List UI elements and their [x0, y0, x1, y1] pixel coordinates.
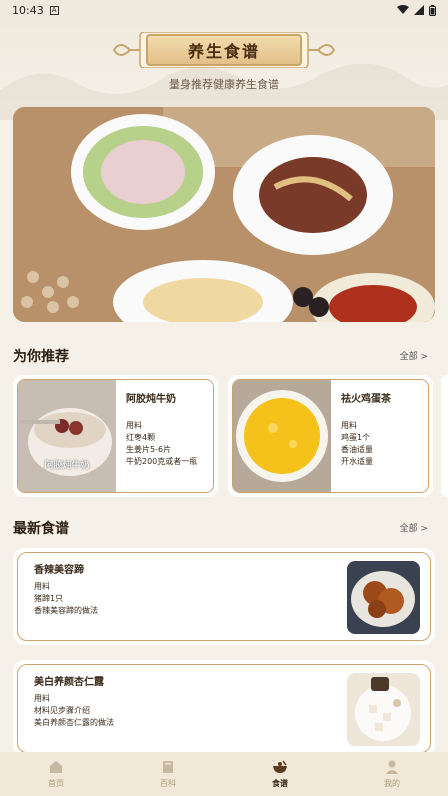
recipe-name: 阿胶炖牛奶 [126, 394, 176, 405]
pork-trotter-illustration [347, 561, 420, 634]
recipe-name: 美白养颜杏仁露 [34, 677, 104, 688]
recipe-line: 香辣美容蹄的做法 [34, 606, 98, 615]
tab-profile[interactable]: 我的 [336, 752, 448, 796]
recipe-line: 用料 [126, 421, 142, 430]
page-title: 养生食谱 [146, 34, 302, 66]
book-icon [163, 761, 173, 773]
recipe-name: 香辣美容蹄 [34, 565, 84, 576]
page-subtitle: 量身推荐健康养生食谱 [169, 78, 279, 91]
bottom-tab-bar: 首页 百科 食谱 我的 [0, 752, 448, 796]
status-time: 10:43 [12, 3, 44, 17]
wifi-icon [397, 5, 409, 14]
status-bar: 10:43 A [0, 0, 448, 20]
tab-encyclopedia[interactable]: 百科 [112, 752, 224, 796]
recommend-card[interactable]: 阿胶炖牛奶 阿胶炖牛奶 用料 红枣4颗 生姜片5-6片 牛奶200克或者一瓶 [13, 375, 218, 497]
tab-label: 百科 [160, 779, 176, 788]
tab-label: 食谱 [272, 779, 288, 788]
recipe-thumbnail [347, 561, 420, 634]
battery-icon [429, 4, 436, 16]
recipe-line: 用料 [34, 694, 50, 703]
recipe-line: 美白养颜杏仁露的做法 [34, 718, 114, 727]
recipe-line: 鸡蛋1个 [341, 433, 371, 442]
recommended-title: 为你推荐 [13, 349, 69, 365]
recipe-line: 牛奶200克或者一瓶 [126, 457, 198, 466]
recipe-line: 材料见步骤介绍 [34, 706, 90, 715]
recommend-card[interactable]: 祛火鸡蛋茶 用料 鸡蛋1个 香油适量 开水适量 [228, 375, 433, 497]
recipe-line: 用料 [341, 421, 357, 430]
latest-title: 最新食谱 [13, 521, 69, 537]
banner-food-illustration [13, 107, 435, 322]
recipe-line: 用料 [34, 582, 50, 591]
banner-image[interactable] [13, 107, 435, 322]
recipe-line: 开水适量 [341, 457, 373, 466]
bowl-icon [273, 760, 287, 773]
recipe-line: 香油适量 [341, 445, 373, 454]
recommended-more-link[interactable]: 全部 > [400, 349, 428, 362]
signal-icon [414, 5, 424, 15]
user-icon [386, 760, 398, 774]
recipe-line: 红枣4颗 [126, 433, 156, 442]
latest-more-link[interactable]: 全部 > [400, 521, 428, 534]
recipe-image [233, 380, 331, 492]
status-app-icon: A [49, 5, 59, 15]
recipe-name: 祛火鸡蛋茶 [341, 394, 391, 405]
recipe-image-caption: 阿胶炖牛奶 [44, 461, 90, 471]
tab-recipes[interactable]: 食谱 [224, 752, 336, 796]
recipe-image: 阿胶炖牛奶 [18, 380, 116, 492]
title-plaque: 养生食谱 [112, 32, 336, 68]
almond-dessert-illustration [347, 673, 420, 746]
home-icon [50, 761, 62, 773]
next-card-peek [441, 375, 448, 497]
tab-label: 首页 [48, 779, 64, 788]
recipe-line: 生姜片5-6片 [126, 445, 172, 454]
latest-recipe-card[interactable]: 美白养颜杏仁露 用料 材料见步骤介绍 美白养颜杏仁露的做法 [13, 660, 435, 757]
recipe-line: 猪蹄1只 [34, 594, 64, 603]
tab-home[interactable]: 首页 [0, 752, 112, 796]
egg-tea-illustration [233, 380, 331, 492]
latest-recipe-card[interactable]: 香辣美容蹄 用料 猪蹄1只 香辣美容蹄的做法 [13, 548, 435, 645]
tab-label: 我的 [384, 779, 400, 788]
milk-bowl-illustration [18, 380, 116, 492]
recipe-thumbnail [347, 673, 420, 746]
